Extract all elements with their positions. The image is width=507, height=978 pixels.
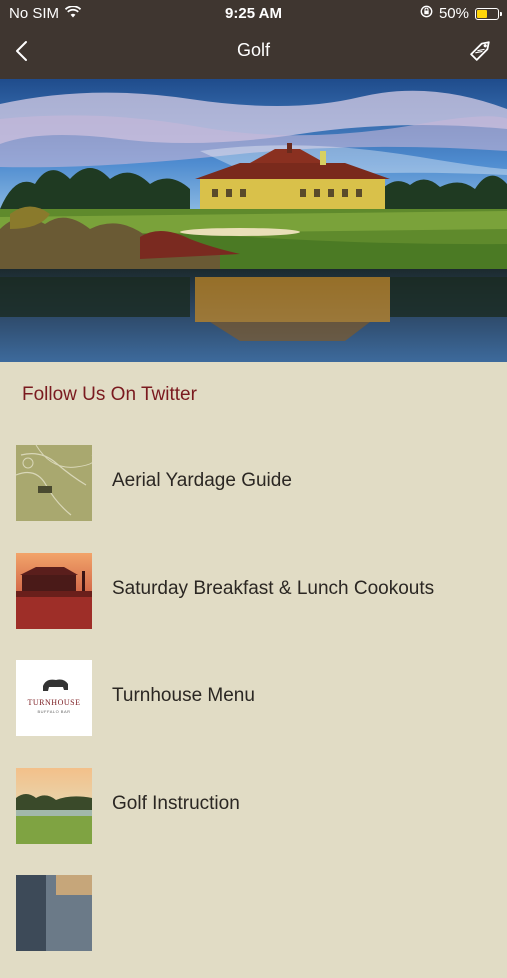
page-title: Golf: [236, 40, 270, 60]
tag-icon[interactable]: [467, 36, 495, 64]
list-item-aerial-yardage-guide[interactable]: Aerial Yardage Guide: [0, 440, 507, 548]
list-item-saturday-cookouts[interactable]: Saturday Breakfast & Lunch Cookouts: [0, 548, 507, 656]
list-item-turnhouse-menu[interactable]: TURNHOUSE BUFFALO BAR Turnhouse Menu: [0, 655, 507, 763]
item-label: Turnhouse Menu: [112, 685, 255, 706]
status-bar: No SIM 9:25 AM 50%: [0, 0, 507, 28]
battery-icon: [475, 7, 502, 20]
turnhouse-logo-text: TURNHOUSE: [27, 698, 81, 707]
list-item-partial[interactable]: [0, 870, 507, 978]
item-label: Aerial Yardage Guide: [112, 470, 292, 491]
orientation-lock-icon: [420, 5, 433, 22]
battery-percent: 50%: [438, 5, 469, 22]
course-sunset-thumbnail: [16, 767, 92, 844]
hero-image: [0, 79, 507, 362]
item-label: Saturday Breakfast & Lunch Cookouts: [112, 577, 435, 599]
twitter-section-title[interactable]: Follow Us On Twitter: [22, 384, 197, 406]
list-item-golf-instruction[interactable]: Golf Instruction: [0, 763, 507, 871]
partial-thumbnail: [16, 875, 92, 951]
clubhouse-sunset-thumbnail: [16, 552, 92, 629]
item-label: Golf Instruction: [112, 792, 240, 814]
turnhouse-logo-subtext: BUFFALO BAR: [37, 709, 71, 714]
menu-list: Aerial Yardage Guide Saturday Breakfast …: [0, 440, 507, 978]
turnhouse-logo-thumbnail: TURNHOUSE BUFFALO BAR: [16, 660, 92, 736]
nav-bar: Golf: [0, 28, 507, 79]
battery-fill: [477, 9, 487, 18]
yardage-map-thumbnail: [16, 445, 92, 521]
